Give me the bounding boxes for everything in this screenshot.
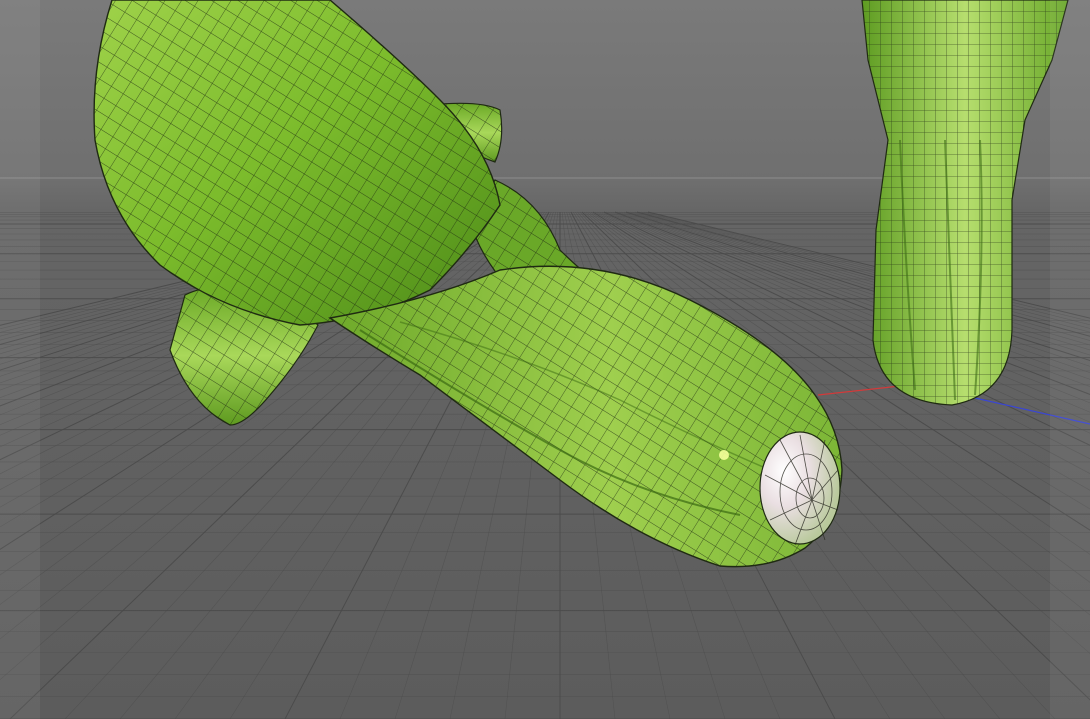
viewport-scene[interactable] bbox=[0, 0, 1090, 719]
cucumber-model-background[interactable] bbox=[861, 0, 1069, 406]
safe-frame-left bbox=[0, 0, 40, 719]
cucumber-model-foreground[interactable] bbox=[93, 0, 843, 568]
safe-frame-right bbox=[1050, 0, 1090, 719]
3d-viewport[interactable] bbox=[0, 0, 1090, 719]
specular-highlight bbox=[719, 450, 729, 460]
